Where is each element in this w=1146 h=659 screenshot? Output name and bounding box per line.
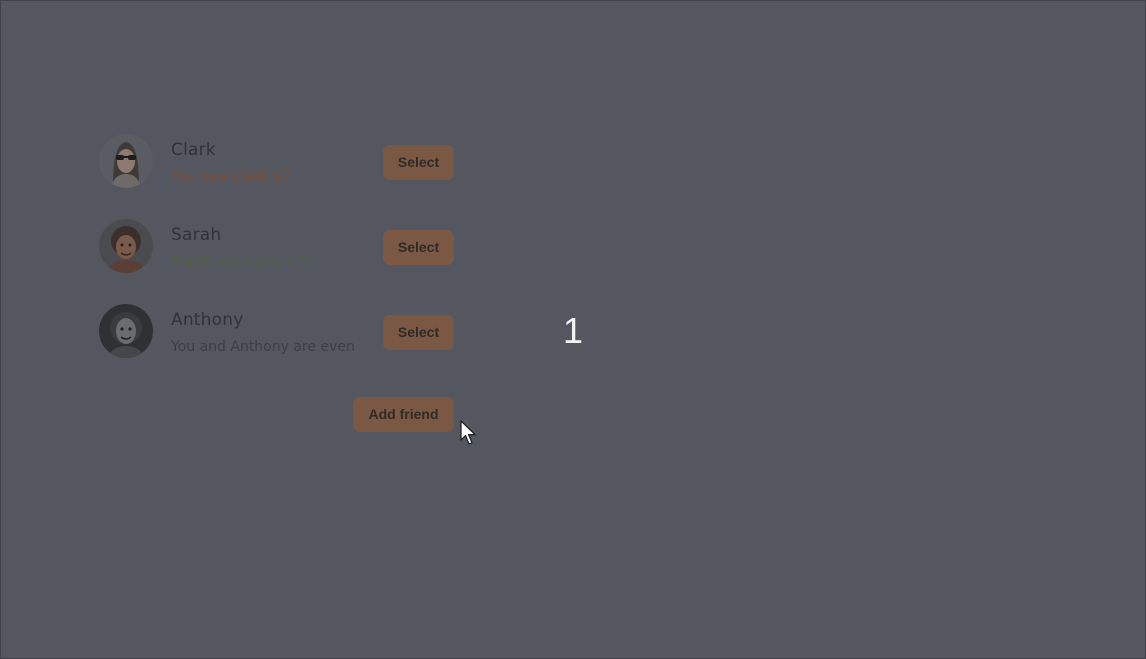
select-friend-button[interactable]: Select bbox=[383, 230, 454, 265]
add-friend-button[interactable]: Add friend bbox=[353, 397, 454, 432]
friend-name: Clark bbox=[171, 140, 216, 160]
friend-item-anthony: Anthony You and Anthony are even Select bbox=[99, 304, 459, 360]
friend-avatar-sarah bbox=[99, 219, 153, 273]
friend-list: Clark You owe Clark $7 Select Sarah Sara… bbox=[99, 134, 459, 389]
select-friend-button[interactable]: Select bbox=[383, 145, 454, 180]
step-number: 1 bbox=[563, 310, 584, 351]
select-friend-button[interactable]: Select bbox=[383, 315, 454, 350]
friend-name: Anthony bbox=[171, 310, 244, 330]
friend-balance: You and Anthony are even bbox=[171, 339, 355, 355]
friend-item-sarah: Sarah Sarah owes you $20 Select bbox=[99, 219, 459, 275]
friend-avatar-anthony bbox=[99, 304, 153, 358]
mouse-cursor-icon bbox=[460, 420, 478, 450]
friend-item-clark: Clark You owe Clark $7 Select bbox=[99, 134, 459, 190]
friend-balance: Sarah owes you $20 bbox=[171, 254, 314, 270]
friend-name: Sarah bbox=[171, 225, 222, 245]
friend-balance: You owe Clark $7 bbox=[171, 169, 292, 185]
friend-avatar-clark bbox=[99, 134, 153, 188]
